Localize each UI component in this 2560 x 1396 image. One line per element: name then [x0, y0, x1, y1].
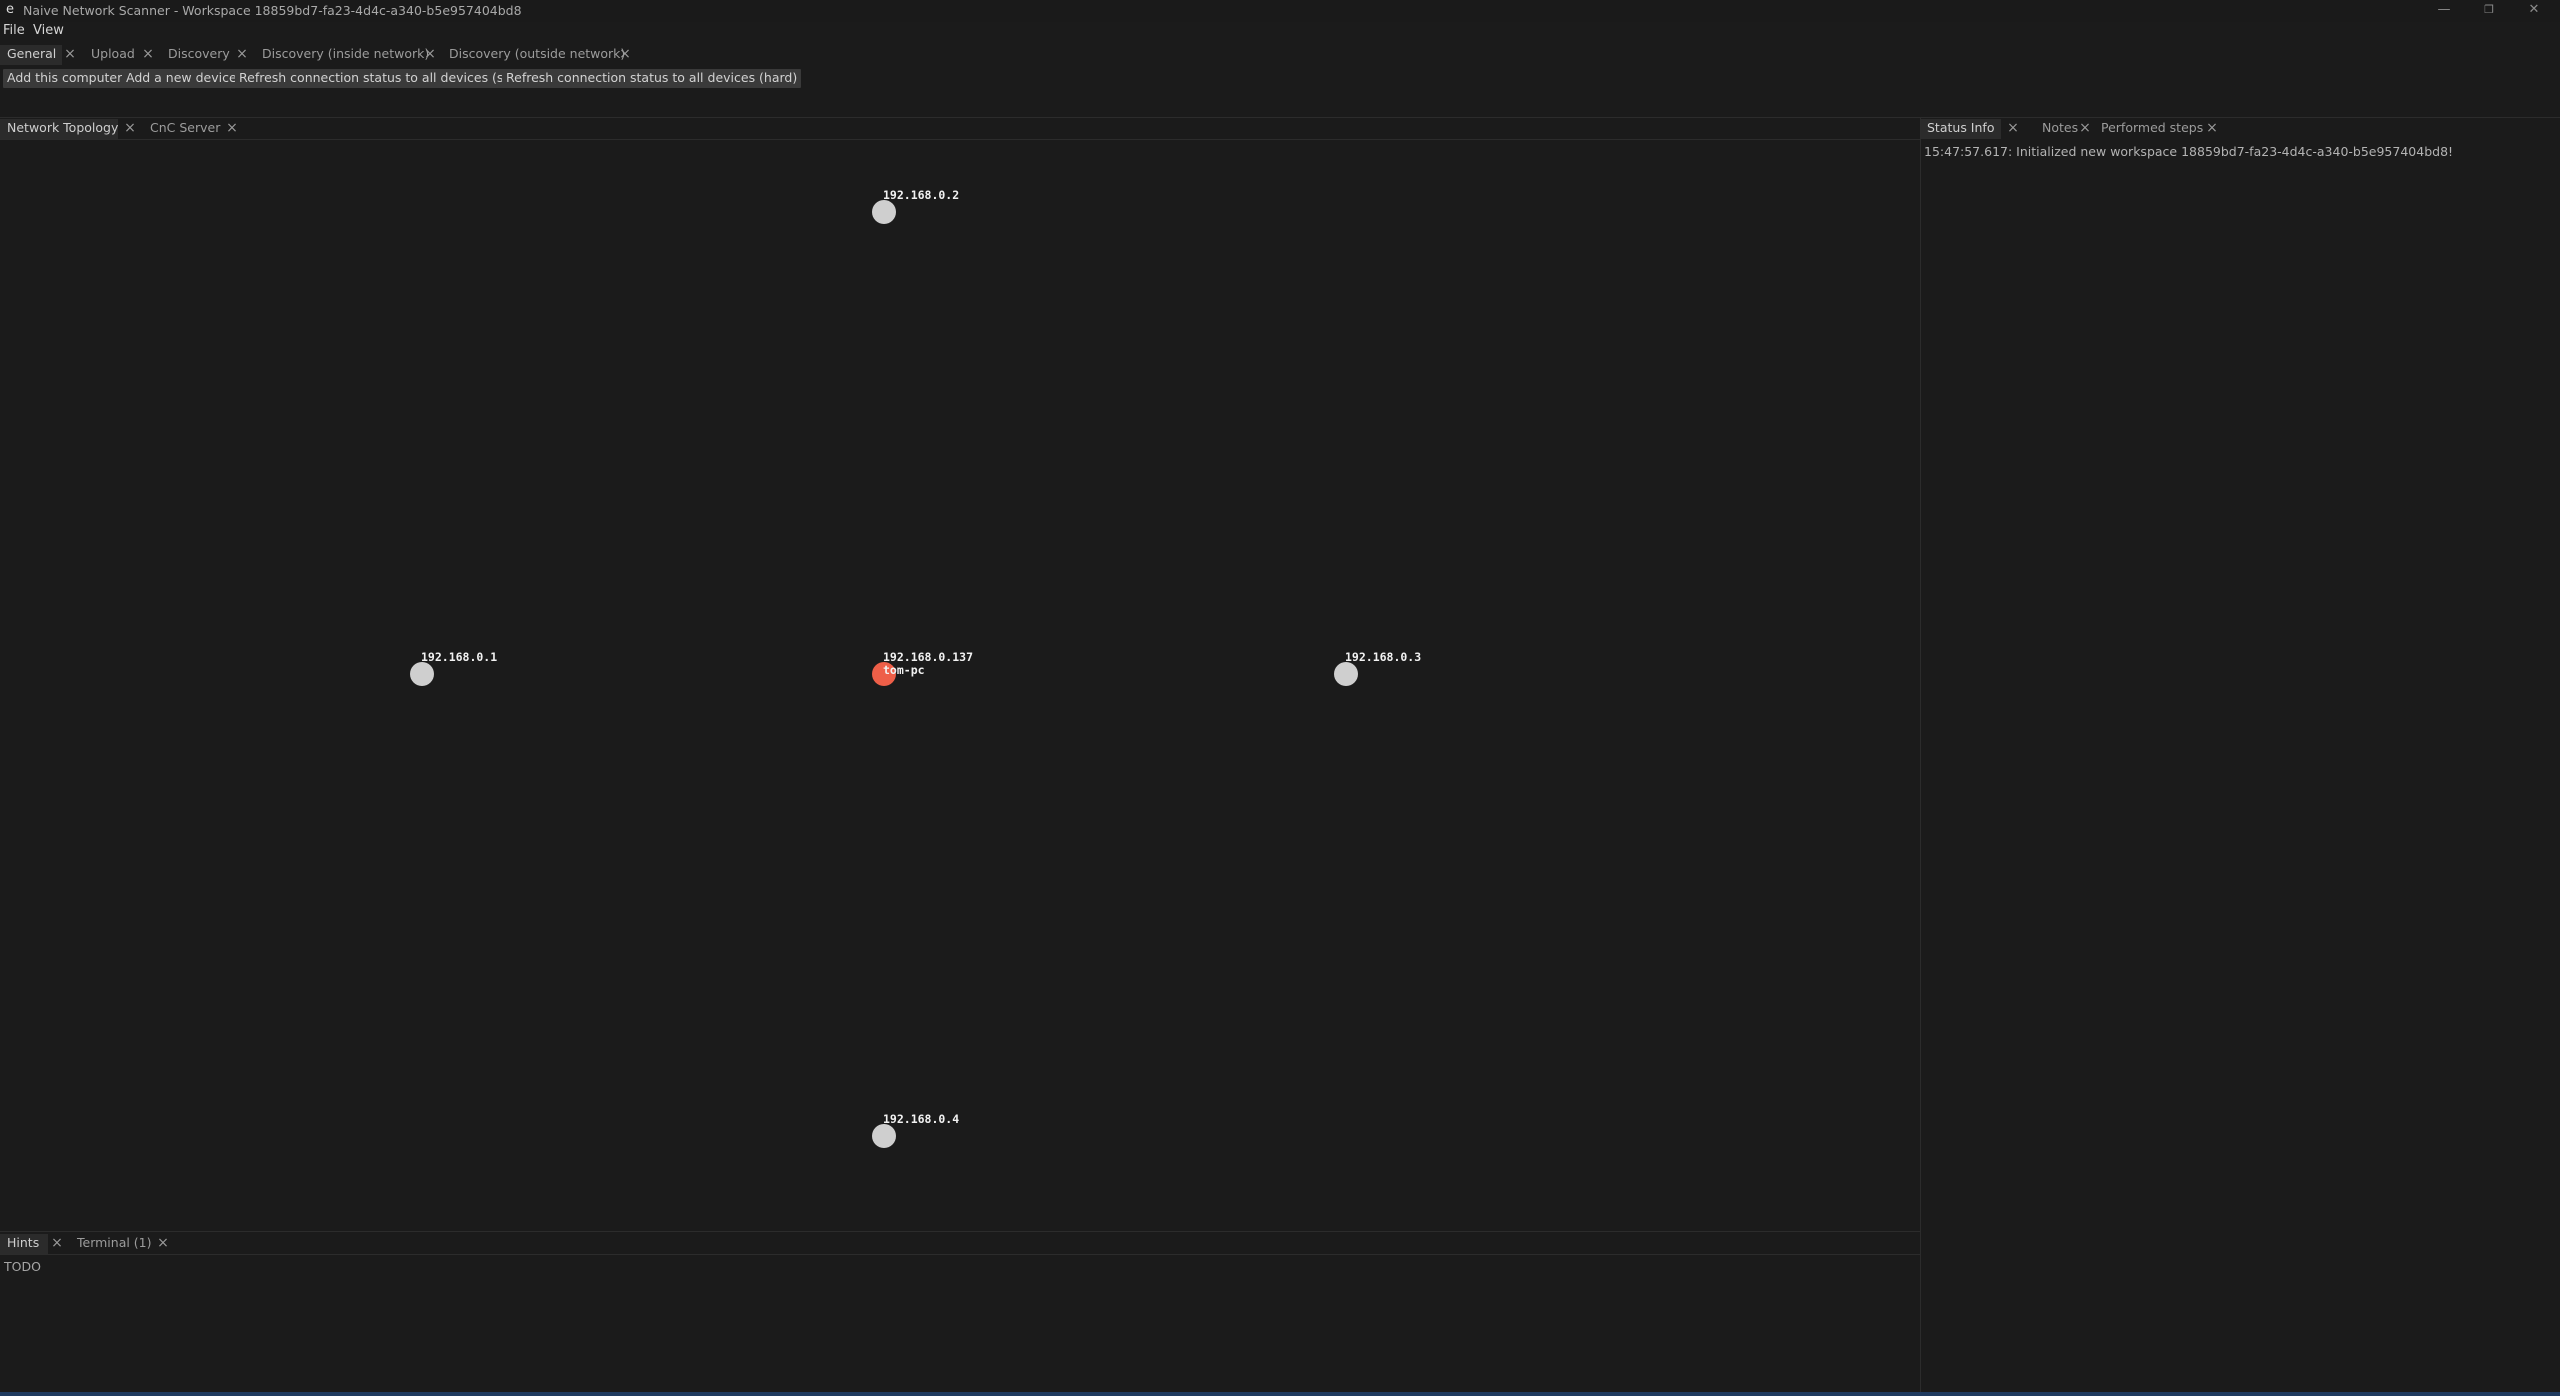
window-bottom-edge [0, 1392, 2560, 1396]
tab-status-info[interactable]: Status Info [1921, 119, 2001, 139]
tab-terminal[interactable]: Terminal (1) [77, 1234, 152, 1254]
bottom-tab-divider [0, 1254, 1920, 1255]
side-tab-bar: Status Info × Notes × Performed steps × [1921, 119, 2560, 139]
tab-general[interactable]: General [0, 45, 62, 65]
menu-view[interactable]: View [33, 23, 64, 38]
close-icon[interactable]: × [235, 45, 249, 65]
node-ip-label: 192.168.0.1 [421, 650, 498, 664]
restore-button[interactable]: ❐ [2474, 0, 2504, 22]
title-bar: e Naive Network Scanner - Workspace 1885… [0, 0, 2560, 22]
close-icon[interactable]: × [225, 119, 239, 139]
hints-content: TODO [4, 1259, 41, 1274]
tab-discovery[interactable]: Discovery [168, 45, 230, 65]
node-192-168-0-3[interactable] [1334, 662, 1358, 686]
menu-file[interactable]: File [3, 23, 25, 38]
bottom-tab-bar: Hints × Terminal (1) × [0, 1234, 1920, 1254]
close-icon[interactable]: × [618, 45, 632, 65]
close-icon[interactable]: × [123, 119, 137, 139]
refresh-soft-button[interactable]: Refresh connection status to all devices… [235, 69, 530, 88]
close-icon[interactable]: × [2205, 119, 2219, 139]
close-icon[interactable]: × [2006, 119, 2020, 139]
node-ip-label: 192.168.0.4 [883, 1112, 960, 1126]
close-window-button[interactable]: ✕ [2519, 0, 2549, 22]
top-tab-bar: General × Upload × Discovery × Discovery… [0, 45, 2560, 65]
add-new-device-button[interactable]: Add a new device [122, 69, 241, 88]
tab-cnc-server[interactable]: CnC Server [150, 119, 220, 139]
minimize-button[interactable]: — [2429, 0, 2459, 22]
tab-network-topology[interactable]: Network Topology [0, 119, 118, 139]
node-192-168-0-4[interactable] [872, 1124, 896, 1148]
panel-splitter[interactable] [1920, 117, 1921, 1392]
add-this-computer-button[interactable]: Add this computer [3, 69, 127, 88]
toolbar-divider [0, 117, 2560, 118]
node-hostname-label: tom-pc [883, 663, 925, 677]
main-tab-divider [0, 139, 1920, 140]
close-icon[interactable]: × [423, 45, 437, 65]
node-ip-label: 192.168.0.3 [1345, 650, 1422, 664]
close-icon[interactable]: × [63, 45, 77, 65]
menu-bar: File View [0, 22, 2560, 42]
toolbar: Add this computer Add a new device Refre… [0, 67, 2560, 117]
tab-performed-steps[interactable]: Performed steps [2101, 119, 2203, 139]
close-icon[interactable]: × [141, 45, 155, 65]
refresh-hard-button[interactable]: Refresh connection status to all devices… [502, 69, 802, 88]
tab-hints[interactable]: Hints [0, 1234, 48, 1254]
window-title: Naive Network Scanner - Workspace 18859b… [23, 3, 522, 18]
tab-notes[interactable]: Notes [2042, 119, 2078, 139]
tab-discovery-inside[interactable]: Discovery (inside network) [262, 45, 429, 65]
node-192-168-0-2[interactable] [872, 200, 896, 224]
network-topology-canvas[interactable]: 192.168.0.2 192.168.0.1 192.168.0.137 to… [0, 141, 1920, 1231]
close-icon[interactable]: × [156, 1234, 170, 1254]
node-ip-label: 192.168.0.2 [883, 188, 960, 202]
main-tab-bar: Network Topology × CnC Server × [0, 119, 1920, 139]
node-192-168-0-1[interactable] [410, 662, 434, 686]
app-icon: e [6, 2, 14, 17]
tab-upload[interactable]: Upload [91, 45, 135, 65]
tab-discovery-outside[interactable]: Discovery (outside network) [449, 45, 625, 65]
status-log-entry: 15:47:57.617: Initialized new workspace … [1924, 144, 2454, 159]
close-icon[interactable]: × [2078, 119, 2092, 139]
close-icon[interactable]: × [50, 1234, 64, 1254]
bottom-panel-divider[interactable] [0, 1231, 1920, 1232]
